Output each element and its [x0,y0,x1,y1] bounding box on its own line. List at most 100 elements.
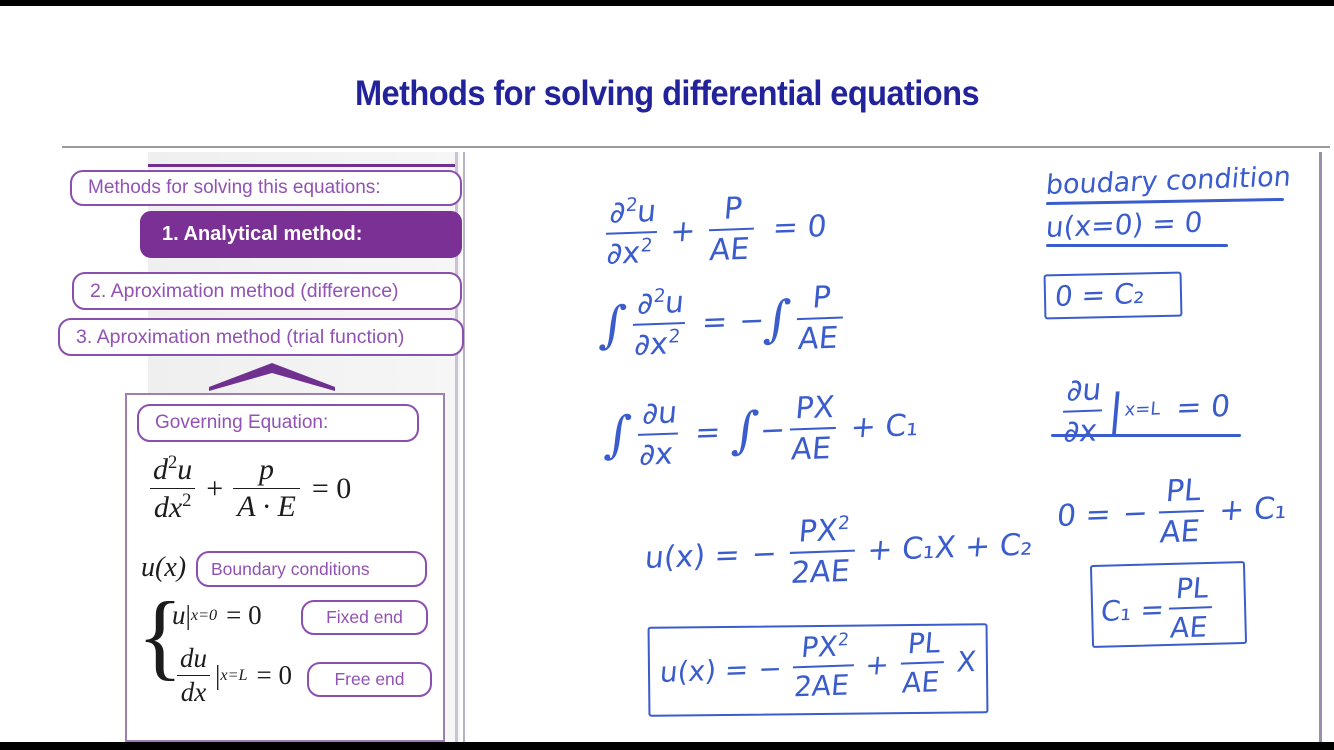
ode-load: P [722,190,744,227]
int2-load: P [811,279,833,316]
handwritten-final-answer: u(x) = − PX2 2AE + PL AE X [658,626,978,708]
handwritten-c2-result: 0 = C₂ [1053,276,1147,314]
handwritten-c1-equation: 0 = − PL AE + C₁ [1055,473,1288,554]
gov-eq-dx: dx [153,491,183,524]
ode-partial-x-exp: 2 [639,235,654,257]
fi-equals: = [693,414,722,451]
fa-px-exp: 2 [837,630,850,651]
left-panel-divider-secondary [463,152,465,742]
fa-2ae: 2AE [789,664,854,704]
bc2-numerator: du [180,643,207,673]
ode-plus: + [668,213,697,250]
c1res-lhs: C₁ = [1099,592,1166,628]
fi-ae: AE [786,426,836,468]
top-letterbox-bar [0,0,1334,6]
title-divider [62,146,1330,148]
c2-result-text: 0 = C₂ [1053,276,1147,314]
bcs-dx: ∂x [1059,409,1102,450]
handwritten-bc-first: u(x=0) = 0 [1045,205,1204,244]
handwritten-integrate-twice: ∫ ∂2u ∂x2 = − ∫ P AE [597,280,848,364]
handwritten-first-integral: ∫ ∂u ∂x = ∫ − PX AE + C₁ [602,390,920,474]
gov-eq-plus: + [206,471,224,505]
left-panel-top-accent-line [148,164,458,167]
fa-minus: − [757,651,784,686]
fi-minus: − [758,412,787,449]
bcs-rhs: = 0 [1174,388,1232,426]
gov-eq-rhs: = 0 [311,471,352,505]
bc2-denominator: dx [176,675,211,708]
fa-px: PX [799,629,839,665]
integral-sign-3: ∫ [602,405,634,465]
page-title: Methods for solving differential equatio… [354,74,980,113]
int2-u: u [663,284,686,321]
fi-px: PX [793,389,836,427]
int2-minus: − [737,302,766,339]
ode-u: u [635,193,658,230]
int2-partial-x-exp: 2 [667,326,682,348]
bc1-variable: u [172,600,186,630]
gov-eq-ae: A · E [233,488,300,524]
methods-header-box: Methods for solving this equations: [70,170,462,206]
displacement-function-label: u(x) [141,552,187,583]
governing-equation-formula: d2u dx2 + p A · E = 0 [145,452,351,525]
bc2-evaluation-point: x=L [220,666,248,684]
c1res-ae: AE [1165,606,1213,645]
free-end-tag: Free end [307,662,432,697]
gs-px-exp: 2 [837,512,851,535]
gov-eq-d: d [153,453,168,486]
bc1-evaluation-point: x=0 [190,606,218,624]
c1res-pl: PL [1174,571,1210,606]
int2-ae: AE [793,316,843,358]
gov-eq-p: p [259,453,275,486]
boundary-condition-fixed-end-formula: u | x=0 = 0 [172,600,262,631]
fi-dx: ∂x [635,432,678,473]
int2-partial-x: ∂x [633,326,670,363]
ode-ae: AE [705,227,754,269]
fi-du: ∂u [641,395,679,432]
bcs-eval-bar: | [1106,383,1126,437]
int2-equals: = [700,303,729,340]
bc-second-underline [1051,434,1241,437]
board-right-edge [1319,152,1322,742]
fa-ae: AE [897,661,944,700]
handwritten-bc-second: ∂u ∂x | x=L = 0 [1057,372,1232,450]
gs-px: PX [797,513,839,550]
fi-constant: + C₁ [849,407,920,445]
ode-partial: ∂ [608,195,627,231]
method-item-approximation-difference[interactable]: 2. Aproximation method (difference) [72,272,462,310]
bcs-du: ∂u [1065,372,1103,409]
c1eq-pl: PL [1164,472,1203,510]
handwritten-ode: ∂2u ∂x2 + P AE = 0 [600,191,829,272]
chevron-up-icon [209,363,335,391]
governing-equation-header: Governing Equation: [137,404,419,442]
integral-sign-4: ∫ [729,400,761,460]
fa-pl: PL [906,626,942,661]
ode-partial-x: ∂x [605,235,642,272]
fa-lhs: u(x) = [658,652,750,689]
bcs-evaluation-point: x=L [1123,397,1162,421]
integral-sign-2: ∫ [761,289,793,349]
gs-constants: + C₁X + C₂ [865,526,1035,568]
fa-plus: + [864,647,891,682]
integral-sign: ∫ [597,295,629,355]
method-item-approximation-trial-function[interactable]: 3. Aproximation method (trial function) [58,318,464,356]
fixed-end-tag: Fixed end [301,600,428,635]
bc-first-underline [1046,244,1228,247]
c1eq-ae: AE [1155,509,1205,551]
c1eq-lhs: 0 = [1055,496,1113,534]
gs-lhs: u(x) = [643,537,742,576]
handwritten-general-solution: u(x) = − PX2 2AE + C₁X + C₂ [643,513,1035,596]
fa-x: X [955,644,978,679]
gs-2ae: 2AE [786,549,855,592]
bc1-rhs: = 0 [226,600,262,630]
c1eq-minus: − [1121,495,1150,532]
bc-first-text: u(x=0) = 0 [1044,205,1204,245]
method-item-analytical[interactable]: 1. Analytical method: [140,211,462,258]
gs-minus: − [750,535,779,572]
handwritten-boundary-condition-heading: boudary condition [1045,161,1293,201]
boundary-conditions-label-box: Boundary conditions [196,551,427,587]
ode-rhs: = 0 [771,208,829,246]
gov-eq-dx-exponent: 2 [182,490,192,511]
handwritten-c1-result: C₁ = PL AE [1099,571,1217,647]
bc2-rhs: = 0 [256,660,293,690]
